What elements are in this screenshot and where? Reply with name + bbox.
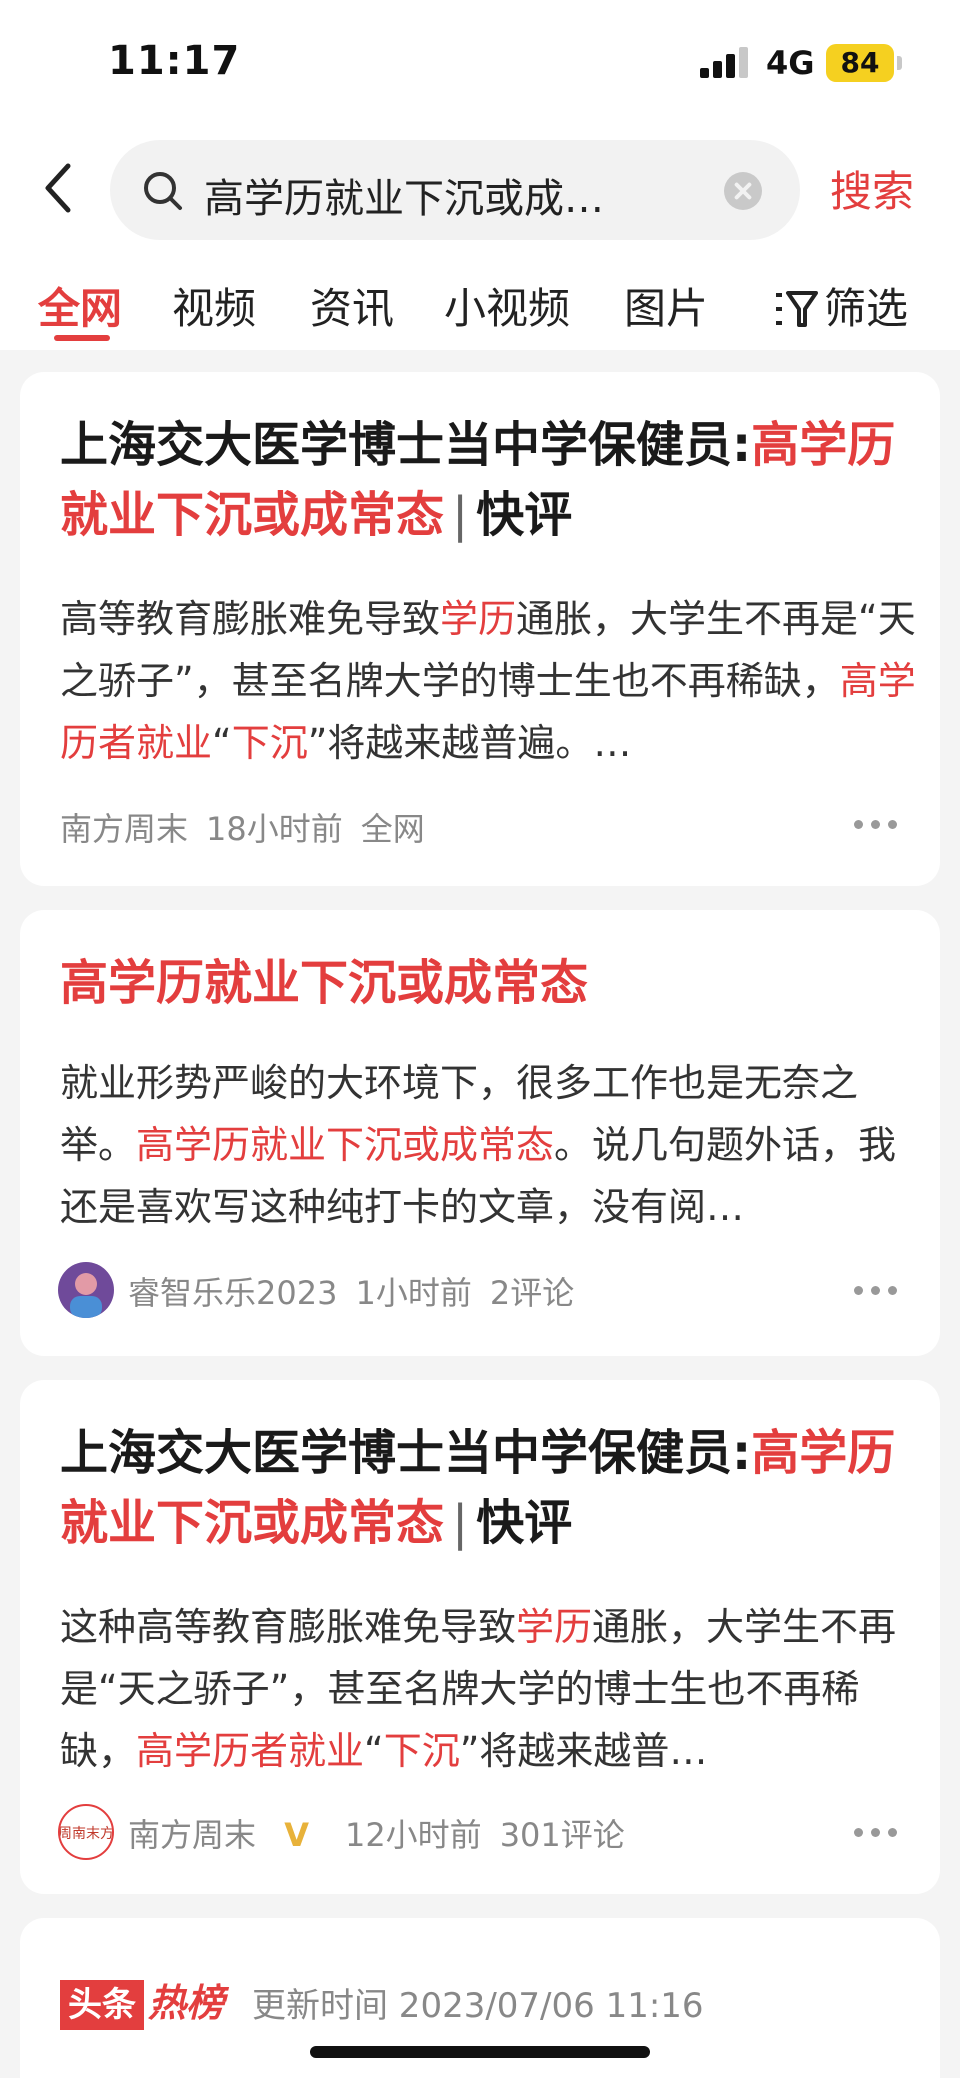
author-name[interactable]: 南方周末 V: [128, 1816, 327, 1854]
more-options-icon[interactable]: [854, 820, 898, 830]
summary-segment: “: [212, 721, 232, 765]
result-meta: 睿智乐乐2023 1小时前 2评论: [128, 1268, 592, 1314]
back-arrow-icon[interactable]: [40, 158, 80, 218]
summary-segment: 高等教育膨胀难免导致: [60, 597, 441, 641]
summary-segment: ”将越来越普…: [459, 1729, 708, 1773]
result-card[interactable]: 上海交大医学博士当中学保健员:高学历就业下沉或成常态 | 快评 这种高等教育膨胀难免…: [20, 1380, 940, 1894]
active-tab-indicator: [54, 335, 110, 341]
result-summary: 就业形势严峻的大环境下，很多工作也是无奈之举。高学历就业下沉或成常态。说几句题外…: [60, 1052, 920, 1238]
battery-tip: [897, 56, 902, 70]
summary-segment: 学历: [516, 1605, 593, 1649]
publisher-logo[interactable]: 周南末方: [58, 1804, 114, 1860]
search-bar: 高学历就业下沉或成… 搜索: [0, 120, 960, 255]
network-type: 4G: [766, 44, 815, 82]
result-meta: 南方周末 V 12小时前 301评论: [128, 1810, 643, 1856]
clock: 11:17: [108, 38, 241, 84]
tab-images[interactable]: 图片: [624, 275, 708, 336]
publish-time: 1小时前: [355, 1274, 472, 1312]
signal-icon: [700, 46, 752, 78]
hot-list-logo: 头条 热榜: [60, 1972, 224, 2030]
tab-short-video[interactable]: 小视频: [444, 275, 570, 336]
publisher-logo-text: 周南末方: [60, 1826, 112, 1842]
status-bar: 11:17 4G 84: [0, 0, 960, 120]
summary-segment: 这种高等教育膨胀难免导致: [60, 1605, 517, 1649]
summary-segment: 高学历就业下沉或成常态: [136, 1123, 555, 1167]
publish-time: 12小时前: [344, 1816, 482, 1854]
verified-badge: V: [284, 1816, 309, 1854]
summary-segment: 下沉: [383, 1729, 460, 1773]
search-input[interactable]: 高学历就业下沉或成…: [110, 140, 800, 240]
result-card[interactable]: 高学历就业下沉或成常态 就业形势严峻的大环境下，很多工作也是无奈之举。高学历就业…: [20, 910, 940, 1356]
avatar[interactable]: [58, 1262, 114, 1318]
summary-segment: 高学历者就业: [136, 1729, 365, 1773]
result-title[interactable]: 高学历就业下沉或成常态: [60, 948, 920, 1018]
search-query[interactable]: 高学历就业下沉或成…: [204, 166, 724, 224]
hot-list-update-time: 更新时间 2023/07/06 11:16: [252, 1986, 704, 2026]
result-card[interactable]: 上海交大医学博士当中学保健员:高学历就业下沉或成常态 | 快评 高等教育膨胀难免导致…: [20, 372, 940, 886]
author-name[interactable]: 睿智乐乐2023: [128, 1274, 337, 1312]
tab-all[interactable]: 全网: [38, 275, 122, 336]
publish-time: 18小时前: [206, 810, 343, 848]
search-button[interactable]: 搜索: [830, 158, 914, 219]
clear-icon[interactable]: [724, 172, 762, 210]
tab-news[interactable]: 资讯: [310, 275, 394, 336]
comment-count[interactable]: 301评论: [500, 1816, 625, 1854]
search-icon: [142, 170, 184, 212]
result-meta: 南方周末 18小时前 全网: [60, 804, 443, 850]
result-title[interactable]: 上海交大医学博士当中学保健员:高学历就业下沉或成常态 | 快评: [60, 410, 920, 550]
summary-segment: ”将越来越普遍。…: [307, 721, 632, 765]
summary-segment: 下沉: [231, 721, 308, 765]
filter-button[interactable]: 筛选: [774, 275, 908, 336]
tab-video[interactable]: 视频: [172, 275, 256, 336]
result-title[interactable]: 上海交大医学博士当中学保健员:高学历就业下沉或成常态 | 快评: [60, 1418, 920, 1558]
category-tabs: 全网 视频 资讯 小视频 图片 筛选: [0, 255, 960, 350]
battery-icon: 84: [826, 44, 894, 82]
summary-segment: “: [364, 1729, 384, 1773]
comment-count[interactable]: 2评论: [490, 1274, 574, 1312]
home-indicator[interactable]: [310, 2046, 650, 2058]
result-scope: 全网: [360, 810, 425, 848]
more-options-icon[interactable]: [854, 1828, 898, 1838]
result-summary: 这种高等教育膨胀难免导致学历通胀，大学生不再是“天之骄子”，甚至名牌大学的博士生…: [60, 1596, 920, 1782]
result-summary: 高等教育膨胀难免导致学历通胀，大学生不再是“天之骄子”，甚至名牌大学的博士生也不…: [60, 588, 920, 774]
filter-icon: [776, 291, 818, 327]
source-name[interactable]: 南方周末: [60, 810, 188, 848]
summary-segment: 学历: [440, 597, 517, 641]
filter-label: 筛选: [824, 284, 909, 333]
more-options-icon[interactable]: [854, 1286, 898, 1296]
